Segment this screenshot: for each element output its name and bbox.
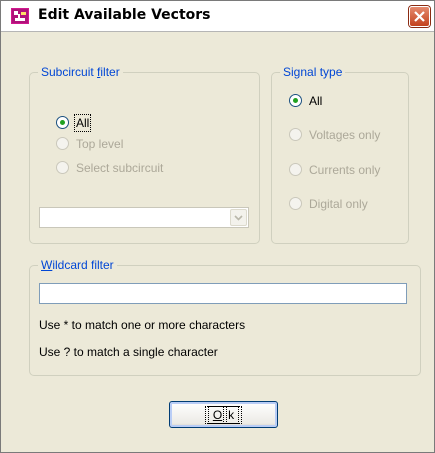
radio-label: Voltages only: [309, 128, 381, 142]
title-bar[interactable]: Edit Available Vectors: [1, 1, 434, 32]
radio-indicator: [56, 116, 69, 129]
radio-indicator: [289, 163, 302, 176]
ok-button-label: Ok: [170, 406, 277, 424]
radio-label: All: [73, 114, 92, 132]
chevron-down-icon: [234, 215, 243, 221]
radio-label: Select subcircuit: [76, 161, 164, 175]
wildcard-filter-input[interactable]: [39, 283, 407, 304]
radio-indicator: [289, 94, 302, 107]
radio-label: Digital only: [309, 197, 368, 211]
window-title: Edit Available Vectors: [38, 7, 211, 23]
wildcard-filter-legend: Wildcard filter: [38, 258, 117, 272]
dialog-window: Edit Available Vectors Subcircuit filter…: [0, 0, 435, 453]
radio-indicator: [56, 137, 69, 150]
application-icon: [11, 8, 29, 24]
radio-indicator: [289, 128, 302, 141]
subcircuit-filter-legend: Subcircuit filter: [38, 65, 123, 79]
subcircuit-select-dropdown[interactable]: [39, 207, 249, 228]
signal-type-legend: Signal type: [280, 65, 346, 79]
wildcard-help-text: Use ? to match a single character: [39, 345, 218, 359]
ok-button[interactable]: Ok: [169, 401, 278, 428]
radio-indicator: [289, 197, 302, 210]
radio-indicator: [56, 161, 69, 174]
radio-label: Top level: [76, 137, 124, 151]
radio-label: All: [309, 94, 323, 108]
close-icon: [414, 11, 425, 22]
radio-label: Currents only: [309, 163, 381, 177]
close-button[interactable]: [409, 6, 430, 27]
wildcard-help-text: Use * to match one or more characters: [39, 318, 246, 332]
dropdown-button[interactable]: [230, 209, 247, 226]
